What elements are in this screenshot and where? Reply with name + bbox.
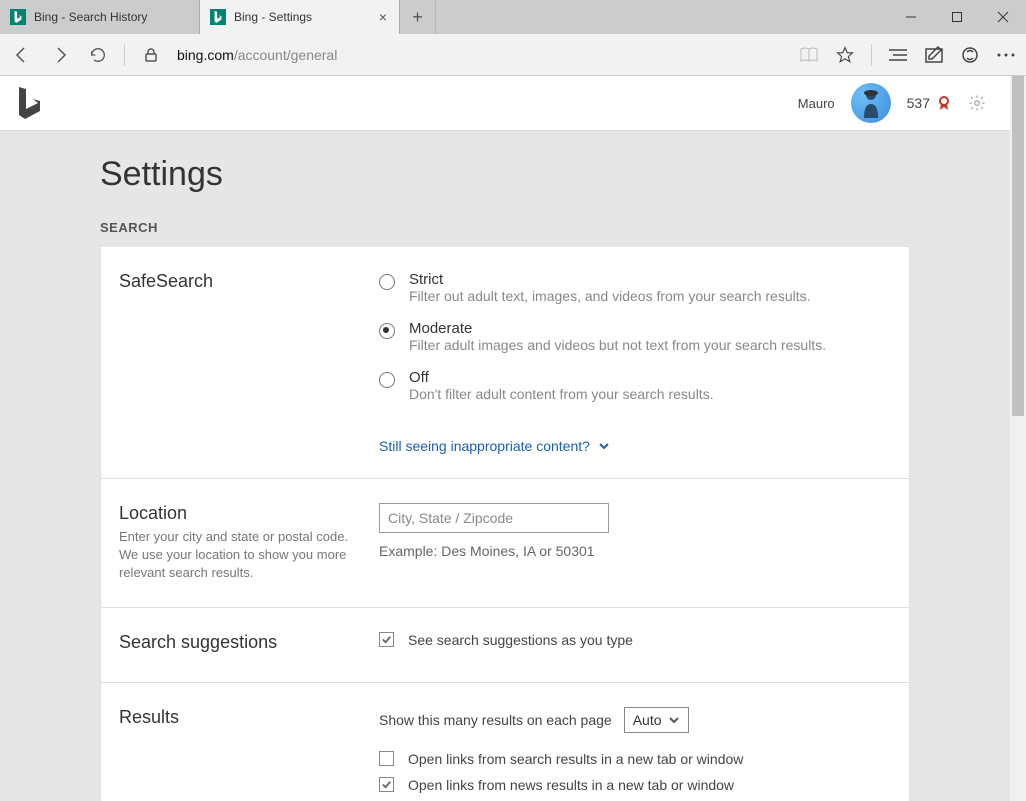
- checkbox-icon: [379, 751, 394, 766]
- radio-label: Moderate: [409, 320, 826, 337]
- suggestions-heading: Search suggestions: [119, 632, 359, 653]
- tab-search-history[interactable]: Bing - Search History: [0, 0, 200, 34]
- safesearch-option-moderate[interactable]: Moderate Filter adult images and videos …: [379, 320, 891, 353]
- site-header: Mauro 537: [0, 76, 1010, 131]
- location-example: Example: Des Moines, IA or 50301: [379, 543, 891, 559]
- share-icon[interactable]: [960, 45, 980, 65]
- safesearch-option-off[interactable]: Off Don't filter adult content from your…: [379, 369, 891, 402]
- titlebar: Bing - Search History Bing - Settings × …: [0, 0, 1026, 34]
- lock-icon[interactable]: [139, 43, 163, 67]
- scrollbar-track[interactable]: [1010, 76, 1026, 801]
- chevron-down-icon: [668, 714, 680, 726]
- url-domain: bing.com: [177, 47, 234, 63]
- forward-button[interactable]: [48, 43, 72, 67]
- settings-card: SafeSearch Strict Filter out adult text,…: [100, 247, 910, 801]
- more-icon[interactable]: [996, 45, 1016, 65]
- results-per-page-label: Show this many results on each page: [379, 712, 612, 728]
- location-subtext: Enter your city and state or postal code…: [119, 528, 359, 583]
- results-block: Results Show this many results on each p…: [101, 682, 909, 801]
- radio-desc: Filter out adult text, images, and video…: [409, 288, 811, 304]
- hub-icon[interactable]: [888, 45, 908, 65]
- favorite-icon[interactable]: [835, 45, 855, 65]
- close-window-button[interactable]: [980, 0, 1026, 34]
- results-per-page-select[interactable]: Auto: [624, 707, 689, 733]
- safesearch-heading: SafeSearch: [119, 271, 359, 292]
- bing-favicon: [210, 9, 226, 25]
- radio-label: Strict: [409, 271, 811, 288]
- section-label-search: SEARCH: [100, 220, 910, 235]
- safesearch-option-strict[interactable]: Strict Filter out adult text, images, an…: [379, 271, 891, 304]
- back-button[interactable]: [10, 43, 34, 67]
- settings-gear-icon[interactable]: [968, 94, 986, 112]
- scrollbar-thumb[interactable]: [1012, 76, 1024, 416]
- chevron-down-icon: [598, 440, 610, 452]
- checkbox-label: See search suggestions as you type: [408, 632, 633, 648]
- page-title: Settings: [100, 155, 910, 194]
- inappropriate-content-link[interactable]: Still seeing inappropriate content?: [379, 438, 610, 454]
- radio-desc: Filter adult images and videos but not t…: [409, 337, 826, 353]
- bing-logo[interactable]: [16, 85, 44, 121]
- url-path: /account/general: [234, 47, 338, 63]
- minimize-button[interactable]: [888, 0, 934, 34]
- radio-icon: [379, 323, 395, 339]
- username[interactable]: Mauro: [798, 96, 835, 111]
- tab-title: Bing - Search History: [34, 10, 189, 24]
- select-value: Auto: [633, 712, 662, 728]
- checkbox-icon: [379, 777, 394, 792]
- close-tab-button[interactable]: ×: [377, 9, 389, 25]
- results-heading: Results: [119, 707, 359, 728]
- tab-title: Bing - Settings: [234, 10, 369, 24]
- open-news-new-tab-row[interactable]: Open links from news results in a new ta…: [379, 777, 891, 793]
- page-viewport: Mauro 537 Settings SEARCH SafeSearch: [0, 76, 1026, 801]
- points-value: 537: [907, 95, 930, 111]
- radio-icon: [379, 372, 395, 388]
- open-search-new-tab-row[interactable]: Open links from search results in a new …: [379, 751, 891, 767]
- checkbox-label: Open links from news results in a new ta…: [408, 777, 734, 793]
- location-heading: Location: [119, 503, 359, 524]
- checkbox-icon: [379, 632, 394, 647]
- safesearch-block: SafeSearch Strict Filter out adult text,…: [101, 247, 909, 478]
- window-controls: [888, 0, 1026, 34]
- checkbox-label: Open links from search results in a new …: [408, 751, 743, 767]
- browser-toolbar: bing.com/account/general: [0, 34, 1026, 76]
- avatar[interactable]: [851, 83, 891, 123]
- separator: [871, 44, 872, 66]
- rewards-points[interactable]: 537: [907, 95, 952, 111]
- refresh-button[interactable]: [86, 43, 110, 67]
- reading-view-icon[interactable]: [799, 45, 819, 65]
- link-text: Still seeing inappropriate content?: [379, 438, 590, 454]
- suggestions-checkbox-row[interactable]: See search suggestions as you type: [379, 632, 891, 648]
- location-input[interactable]: [379, 503, 609, 533]
- maximize-button[interactable]: [934, 0, 980, 34]
- tab-settings[interactable]: Bing - Settings ×: [200, 0, 400, 34]
- bing-favicon: [10, 9, 26, 25]
- webnote-icon[interactable]: [924, 45, 944, 65]
- radio-label: Off: [409, 369, 714, 386]
- location-block: Location Enter your city and state or po…: [101, 478, 909, 607]
- content-scroll: Settings SEARCH SafeSearch Strict: [0, 131, 1010, 801]
- medal-icon: [936, 95, 952, 111]
- new-tab-button[interactable]: +: [400, 0, 436, 34]
- suggestions-block: Search suggestions See search suggestion…: [101, 607, 909, 682]
- radio-icon: [379, 274, 395, 290]
- separator: [124, 44, 125, 66]
- address-bar[interactable]: bing.com/account/general: [177, 47, 337, 63]
- radio-desc: Don't filter adult content from your sea…: [409, 386, 714, 402]
